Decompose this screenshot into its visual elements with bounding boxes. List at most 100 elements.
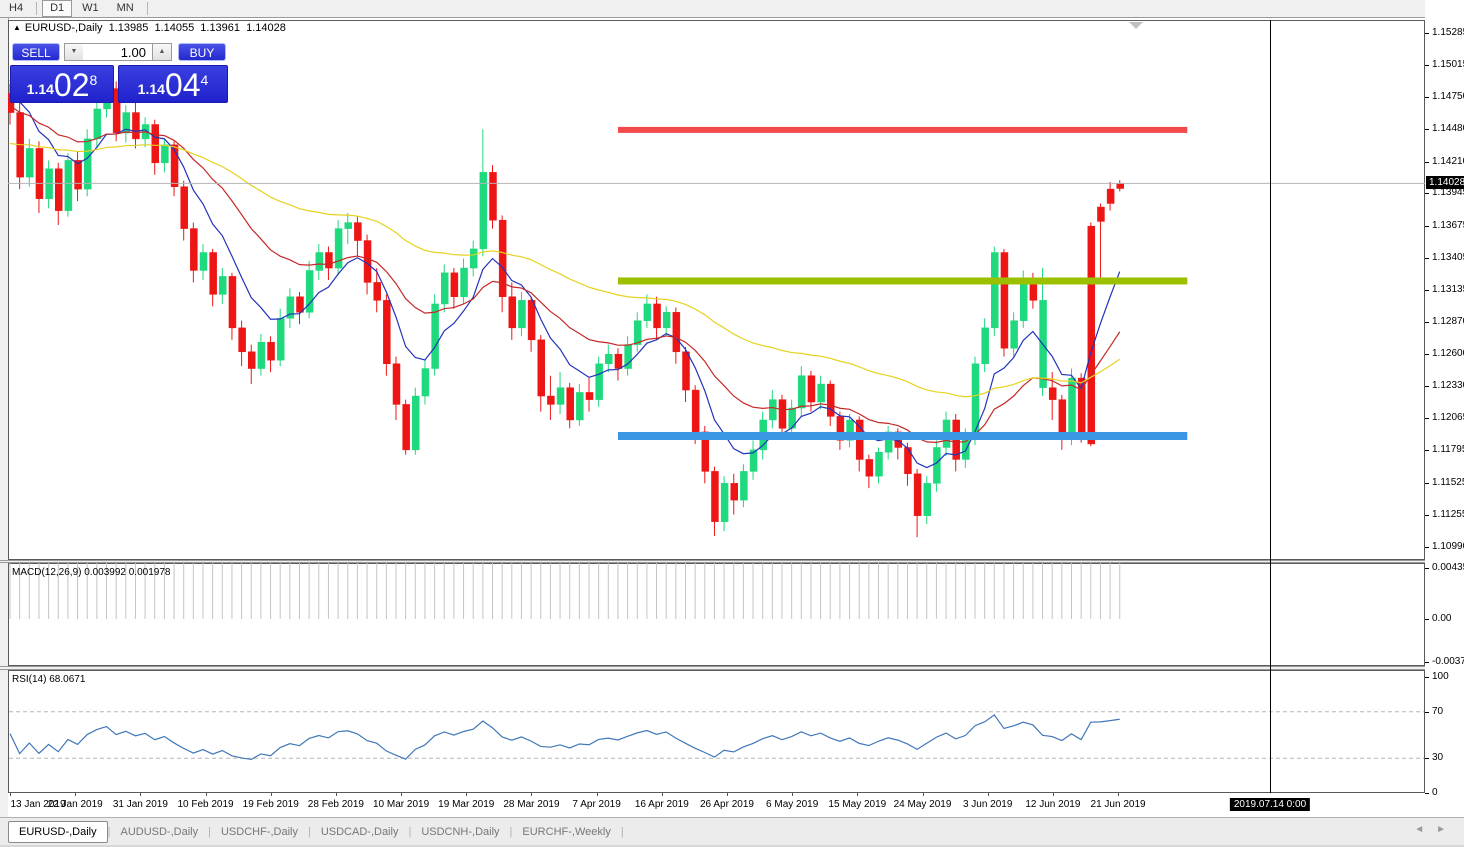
sell-price-big: 02 <box>54 70 90 100</box>
price-tick-label: 1.13675 <box>1425 220 1464 231</box>
chart-tabs: EURUSD-,Daily|AUDUSD-,Daily|USDCHF-,Dail… <box>8 820 624 843</box>
sell-price-sup: 8 <box>90 72 98 88</box>
date-tick <box>857 793 858 796</box>
date-tick-label: 21 Jun 2019 <box>1091 799 1146 810</box>
date-tick-label: 19 Mar 2019 <box>438 799 494 810</box>
period-button-mn[interactable]: MN <box>109 0 142 17</box>
mt4-window: H4D1W1MN ▲EURUSD-,Daily 1.13985 1.14055 … <box>0 0 1464 847</box>
tab-scroll-right-icon[interactable]: ► <box>1436 824 1458 835</box>
period-toolbar: H4 D1W1MN <box>0 0 1464 18</box>
symbol-name: EURUSD-,Daily <box>25 22 103 34</box>
crosshair-vertical-line <box>1270 20 1271 793</box>
date-tick <box>1053 793 1054 796</box>
date-tick-label: 26 Apr 2019 <box>700 799 754 810</box>
price-tick-label: 1.13405 <box>1425 252 1464 263</box>
toolbar-separator <box>36 2 37 15</box>
toolbar-separator <box>147 2 148 15</box>
buy-button[interactable]: BUY <box>178 43 226 61</box>
chevron-up-icon: ▲ <box>159 48 166 55</box>
chart-tab-eurchf[interactable]: EURCHF-,Weekly <box>512 822 620 842</box>
rsi-tick-label: 0 <box>1425 787 1438 798</box>
date-tick-label: 19 Feb 2019 <box>243 799 299 810</box>
chart-tab-audusd[interactable]: AUDUSD-,Daily <box>110 822 208 842</box>
price-tick-label: 1.12330 <box>1425 380 1464 391</box>
price-tick-label: 1.10990 <box>1425 541 1464 552</box>
date-axis[interactable]: 13 Jan 201922 Jan 201931 Jan 201910 Feb … <box>8 793 1425 817</box>
date-tick-label: 10 Feb 2019 <box>177 799 233 810</box>
price-tick-label: 1.15285 <box>1425 27 1464 38</box>
current-price-label: 1.14028 <box>1426 176 1464 189</box>
date-tick-label: 15 May 2019 <box>828 799 886 810</box>
date-tick-label: 28 Feb 2019 <box>308 799 364 810</box>
buy-price-big: 04 <box>165 70 201 100</box>
date-tick-label: 12 Jun 2019 <box>1025 799 1080 810</box>
date-tick <box>597 793 598 796</box>
price-tick-label: 1.12600 <box>1425 348 1464 359</box>
rsi-tick-label: 70 <box>1425 706 1443 717</box>
sell-price-tile[interactable]: 1.14028 <box>10 65 114 103</box>
date-tick <box>271 793 272 796</box>
buy-price-base: 1.14 <box>138 81 165 97</box>
rsi-label: RSI(14) 68.0671 <box>12 674 85 685</box>
date-tick <box>727 793 728 796</box>
volume-input[interactable] <box>83 43 152 61</box>
chart-tab-usdcnh[interactable]: USDCNH-,Daily <box>411 822 509 842</box>
period-button-d1[interactable]: D1 <box>42 0 72 17</box>
rsi-panel-canvas[interactable] <box>8 670 1425 793</box>
macd-tick-label: 0.004359 <box>1425 562 1464 573</box>
trade-controls-row: SELL ▼ ▲ BUY <box>10 43 228 63</box>
macd-panel-canvas[interactable] <box>8 563 1425 666</box>
date-tick <box>988 793 989 796</box>
macd-tick-label: -0.00371 <box>1425 656 1464 667</box>
price-tick-label: 1.14480 <box>1425 123 1464 134</box>
chevron-down-icon: ▼ <box>71 48 78 55</box>
chart-tab-usdcad[interactable]: USDCAD-,Daily <box>311 822 409 842</box>
date-tick-label: 28 Mar 2019 <box>503 799 559 810</box>
date-tick-label: 6 May 2019 <box>766 799 818 810</box>
ohlc-close: 1.14028 <box>246 22 286 34</box>
symbol-marker-icon: ▲ <box>13 23 21 32</box>
macd-label: MACD(12,26,9) 0.003992 0.001978 <box>12 567 170 578</box>
date-tick-label: 7 Apr 2019 <box>572 799 620 810</box>
tab-separator: | <box>621 826 624 838</box>
period-button-h4[interactable]: H4 <box>1 0 31 17</box>
crosshair-time-label: 2019.07.14 0:00 <box>1230 798 1310 811</box>
tab-scroll-left-icon[interactable]: ◄ <box>1414 824 1436 835</box>
period-button-group: H4 D1W1MN <box>0 0 152 17</box>
chart-tab-eurusd[interactable]: EURUSD-,Daily <box>8 821 108 843</box>
buy-price-sup: 4 <box>201 72 209 88</box>
date-tick <box>662 793 663 796</box>
date-tick <box>531 793 532 796</box>
volume-decrease-button[interactable]: ▼ <box>64 43 84 61</box>
macd-tick-label: 0.00 <box>1425 613 1451 624</box>
price-axis[interactable]: 1.152851.150151.147501.144801.142101.139… <box>1425 0 1464 847</box>
date-tick <box>10 793 11 796</box>
date-tick <box>206 793 207 796</box>
date-tick-label: 10 Mar 2019 <box>373 799 429 810</box>
date-tick-label: 3 Jun 2019 <box>963 799 1013 810</box>
symbol-header: ▲EURUSD-,Daily 1.13985 1.14055 1.13961 1… <box>13 22 289 34</box>
date-tick-label: 24 May 2019 <box>894 799 952 810</box>
volume-increase-button[interactable]: ▲ <box>152 43 172 61</box>
sell-button[interactable]: SELL <box>12 43 60 61</box>
price-tick-label: 1.14210 <box>1425 156 1464 167</box>
date-tick <box>336 793 337 796</box>
date-tick-label: 31 Jan 2019 <box>113 799 168 810</box>
one-click-trade-widget: SELL ▼ ▲ BUY 1.14028 1.14044 <box>10 43 228 63</box>
price-tick-label: 1.14750 <box>1425 91 1464 102</box>
rsi-tick-label: 100 <box>1425 671 1449 682</box>
sell-price-base: 1.14 <box>27 81 54 97</box>
period-button-w1[interactable]: W1 <box>74 0 107 17</box>
chart-tab-bar: EURUSD-,Daily|AUDUSD-,Daily|USDCHF-,Dail… <box>0 817 1464 845</box>
rsi-tick-label: 30 <box>1425 752 1443 763</box>
date-tick <box>1118 793 1119 796</box>
ohlc-open: 1.13985 <box>109 22 149 34</box>
price-tick-label: 1.12870 <box>1425 316 1464 327</box>
ohlc-high: 1.14055 <box>154 22 194 34</box>
date-tick <box>140 793 141 796</box>
date-tick-label: 16 Apr 2019 <box>635 799 689 810</box>
chart-tab-usdchf[interactable]: USDCHF-,Daily <box>211 822 308 842</box>
buy-price-tile[interactable]: 1.14044 <box>118 65 228 103</box>
date-tick <box>923 793 924 796</box>
price-tick-label: 1.13135 <box>1425 284 1464 295</box>
